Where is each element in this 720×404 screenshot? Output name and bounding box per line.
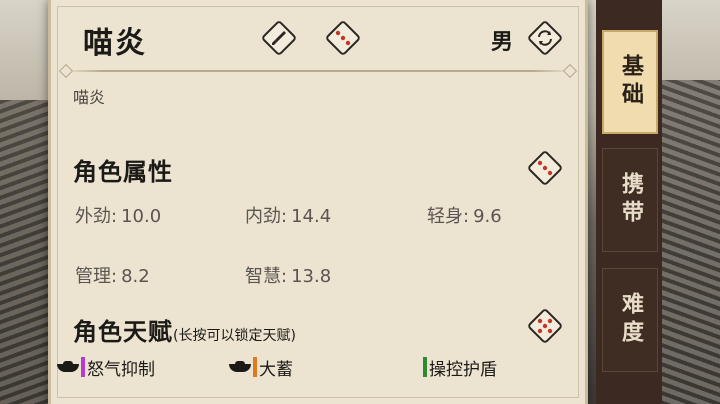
stat-wisdom: 智慧: 13.8 — [245, 266, 332, 287]
toggle-gender-button[interactable] — [526, 19, 564, 57]
stat-agility: 轻身: 9.6 — [427, 206, 502, 227]
talent-rarity-bar — [253, 357, 257, 377]
tab-difficulty[interactable]: 难度 — [602, 268, 658, 372]
talent-rarity-bar — [423, 357, 427, 377]
talent-name: 怒气抑制 — [87, 359, 155, 380]
character-nickname: 喵炎 — [73, 88, 106, 107]
talent-name: 大蓄 — [259, 359, 293, 380]
talent-item[interactable]: 操控护盾 — [423, 355, 497, 380]
tab-carry[interactable]: 携带 — [602, 148, 658, 252]
attributes-title: 角色属性 — [73, 158, 173, 186]
edit-name-button[interactable] — [260, 19, 298, 57]
stat-internal-force: 内劲: 14.4 — [245, 206, 332, 227]
tab-basic[interactable]: 基础 — [602, 30, 658, 134]
talents-title: 角色天赋(长按可以锁定天赋) — [73, 318, 296, 346]
swap-icon — [538, 30, 552, 46]
dice-icon — [537, 160, 553, 176]
talent-item[interactable]: 大蓄 — [229, 355, 293, 380]
character-name: 喵炎 — [83, 26, 147, 61]
dice-icon — [335, 30, 351, 46]
talent-rarity-bar — [81, 357, 85, 377]
talents-hint: (长按可以锁定天赋) — [173, 328, 296, 344]
header-divider — [58, 63, 578, 79]
randomize-attributes-button[interactable] — [526, 149, 564, 187]
brush-icon — [272, 31, 286, 45]
talent-name: 操控护盾 — [429, 359, 497, 380]
background-roof-right — [660, 80, 720, 404]
side-tab-bar: 基础 携带 难度 — [596, 0, 662, 404]
bowl-icon — [229, 361, 251, 373]
bowl-icon — [57, 361, 79, 373]
gender-label: 男 — [491, 30, 514, 55]
character-panel: 喵炎 男 喵炎 角色属性 外劲: 10.0 内劲: 14.4 轻身: 9.6 管… — [48, 0, 588, 404]
talent-item[interactable]: 怒气抑制 — [57, 355, 155, 380]
dice-icon — [537, 318, 553, 334]
randomize-talents-button[interactable] — [526, 307, 564, 345]
stat-management: 管理: 8.2 — [75, 266, 150, 287]
stat-external-force: 外劲: 10.0 — [75, 206, 162, 227]
randomize-all-button[interactable] — [324, 19, 362, 57]
